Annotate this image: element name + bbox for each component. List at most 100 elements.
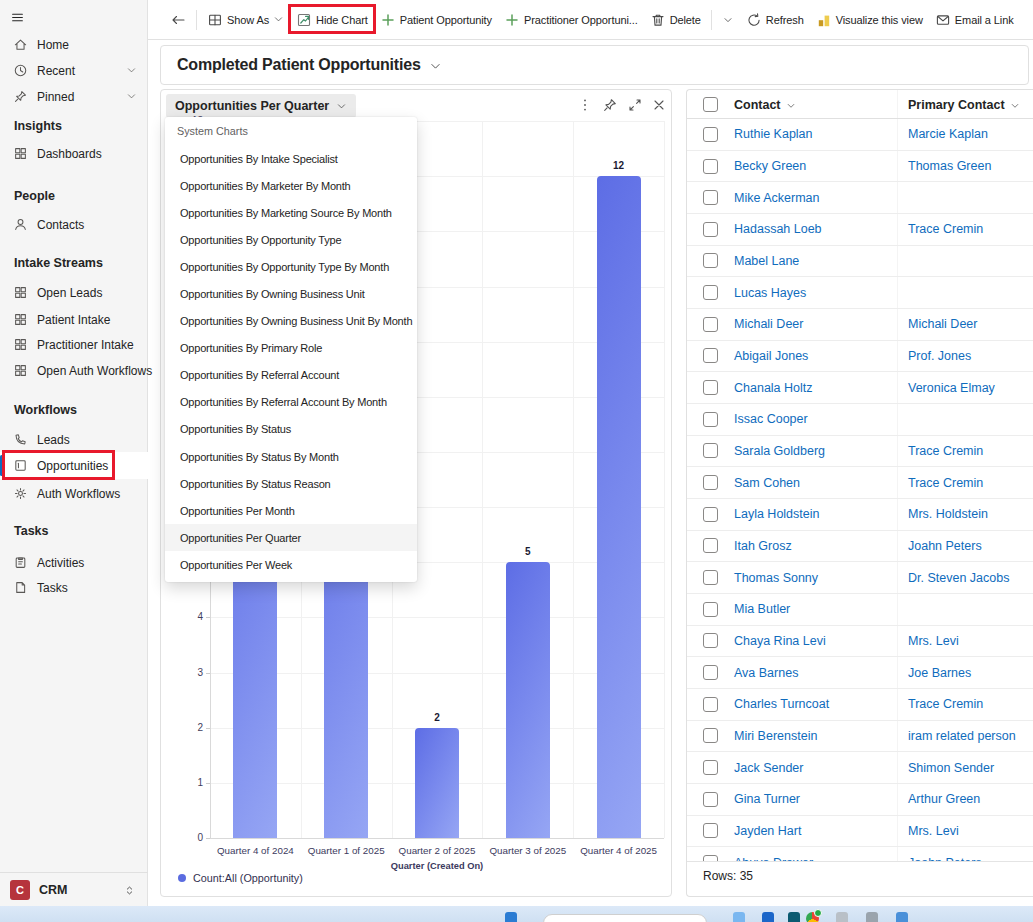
menu-item-opportunities-by-primary-role[interactable]: Opportunities By Primary Role [165,335,417,362]
sidebar-item-home[interactable]: Home [0,31,148,58]
taskbar-search-box[interactable] [543,914,707,922]
sidebar-item-patient-intake[interactable]: Patient Intake [0,306,148,333]
table-row[interactable]: Michali Deer Michali Deer [687,309,1033,341]
primary-contact-link[interactable]: Trace Cremin [908,689,983,720]
table-row[interactable]: Layla HoldsteinMrs. Holdstein [687,499,1033,531]
row-checkbox[interactable] [703,222,718,237]
primary-contact-link[interactable]: Dr. Steven Jacobs [908,562,1009,593]
row-checkbox[interactable] [703,697,718,712]
menu-item-opportunities-by-owning-business-unit-by-month[interactable]: Opportunities By Owning Business Unit By… [165,308,417,335]
primary-contact-link[interactable]: Joahn Peters [908,847,982,861]
taskbar-app-icon[interactable] [788,912,800,922]
table-row[interactable]: Jack SenderShimon Sender [687,752,1033,784]
primary-contact-link[interactable]: Thomas Green [908,151,991,182]
contact-link[interactable]: Mike Ackerman [734,182,819,213]
table-row[interactable]: Sam CohenTrace Cremin [687,467,1033,499]
sidebar-item-pinned[interactable]: Pinned [0,83,148,110]
menu-item-opportunities-by-owning-business-unit[interactable]: Opportunities By Owning Business Unit [165,280,417,307]
primary-contact-link[interactable]: Joe Barnes [908,657,971,688]
table-row[interactable]: Lucas Hayes [687,277,1033,309]
table-row[interactable]: Charles Turncoat Trace Cremin [687,689,1033,721]
row-checkbox[interactable] [703,380,718,395]
contact-link[interactable]: Abigail Jones [734,341,808,372]
taskbar-app-icon[interactable] [733,912,745,922]
row-checkbox[interactable] [703,507,718,522]
column-header-contact[interactable]: Contact [734,90,796,119]
app-switcher[interactable]: C CRM [0,872,148,906]
taskbar-app-icon[interactable] [762,912,774,922]
table-row[interactable]: Chaya Rina LeviMrs. Levi [687,626,1033,658]
primary-contact-link[interactable]: Trace Cremin [908,214,983,245]
chart-more-options-icon[interactable] [577,97,593,113]
contact-link[interactable]: Jayden Hart [734,816,801,847]
contact-link[interactable]: Thomas Sonny [734,562,818,593]
contact-link[interactable]: Michali Deer [734,309,803,340]
contact-link[interactable]: Ruthie Kaplan [734,119,813,150]
taskbar-app-icon[interactable] [896,912,908,922]
table-row[interactable]: Itah Grosz Joahn Peters [687,531,1033,563]
contact-link[interactable]: Gina Turner [734,784,800,815]
row-checkbox[interactable] [703,538,718,553]
contact-link[interactable]: Ahuva Drawer [734,847,813,861]
table-row[interactable]: Ava BarnesJoe Barnes [687,657,1033,689]
primary-contact-link[interactable]: Joahn Peters [908,531,982,562]
contact-link[interactable]: Chanala Holtz [734,372,813,403]
contact-link[interactable]: Chaya Rina Levi [734,626,826,657]
contact-link[interactable]: Mabel Lane [734,246,799,277]
table-row[interactable]: Abigail Jones Prof. Jones [687,341,1033,373]
table-row[interactable]: Becky Green Thomas Green [687,151,1033,183]
menu-item-opportunities-by-referral-account[interactable]: Opportunities By Referral Account [165,362,417,389]
menu-item-opportunities-by-opportunity-type[interactable]: Opportunities By Opportunity Type [165,226,417,253]
chevron-down-icon[interactable] [126,65,137,76]
table-row[interactable]: Thomas Sonny Dr. Steven Jacobs [687,562,1033,594]
delete-button[interactable]: Delete [644,0,707,39]
primary-contact-link[interactable]: Shimon Sender [908,752,994,783]
row-checkbox[interactable] [703,159,718,174]
table-row[interactable]: Miri Berensteiniram related person [687,721,1033,753]
primary-contact-link[interactable]: Trace Cremin [908,467,983,498]
menu-item-opportunities-by-marketing-source-by-month[interactable]: Opportunities By Marketing Source By Mon… [165,199,417,226]
table-row[interactable]: Hadassah Loeb Trace Cremin [687,214,1033,246]
primary-contact-link[interactable]: Michali Deer [908,309,977,340]
email-button[interactable]: Email a Link [929,0,1020,39]
chart-expand-icon[interactable] [627,97,643,113]
menu-item-opportunities-per-month[interactable]: Opportunities Per Month [165,497,417,524]
primary-contact-link[interactable]: iram related person [908,721,1016,752]
menu-item-opportunities-by-opportunity-type-by-month[interactable]: Opportunities By Opportunity Type By Mon… [165,253,417,280]
menu-item-opportunities-by-status-reason[interactable]: Opportunities By Status Reason [165,470,417,497]
taskbar-app-icon[interactable] [505,912,517,922]
contact-link[interactable]: Charles Turncoat [734,689,829,720]
primary-contact-link[interactable]: Arthur Green [908,784,980,815]
contact-link[interactable]: Lucas Hayes [734,277,806,308]
sidebar-item-open-auth-workflows[interactable]: Open Auth Workflows [0,357,148,384]
menu-item-opportunities-by-status-by-month[interactable]: Opportunities By Status By Month [165,443,417,470]
sidebar-item-open-leads[interactable]: Open Leads [0,279,148,306]
select-all-checkbox[interactable] [703,97,718,112]
primary-contact-link[interactable]: Marcie Kaplan [908,119,988,150]
sidebar-item-practitioner-intake[interactable]: Practitioner Intake [0,331,148,358]
table-row[interactable]: Issac Cooper [687,404,1033,436]
bar-quarter-3-of-2025[interactable] [506,562,550,838]
taskbar-app-icon[interactable] [866,912,878,922]
row-checkbox[interactable] [703,285,718,300]
contact-link[interactable]: Layla Holdstein [734,499,819,530]
row-checkbox[interactable] [703,633,718,648]
primary-contact-link[interactable]: Mrs. Levi [908,816,959,847]
row-checkbox[interactable] [703,792,718,807]
back-button[interactable] [164,0,192,39]
menu-item-opportunities-per-week[interactable]: Opportunities Per Week [165,551,417,578]
sidebar-item-leads[interactable]: Leads [0,426,148,453]
row-checkbox[interactable] [703,760,718,775]
primary-contact-link[interactable]: Prof. Jones [908,341,971,372]
contact-link[interactable]: Hadassah Loeb [734,214,822,245]
row-checkbox[interactable] [703,665,718,680]
table-row[interactable]: Gina Turner Arthur Green [687,784,1033,816]
table-row[interactable]: Chanala HoltzVeronica Elmay [687,372,1033,404]
contact-link[interactable]: Itah Grosz [734,531,792,562]
chart-close-icon[interactable] [651,97,667,113]
contact-link[interactable]: Becky Green [734,151,806,182]
row-checkbox[interactable] [703,348,718,363]
table-row[interactable]: Mike Ackerman [687,182,1033,214]
row-checkbox[interactable] [703,475,718,490]
row-checkbox[interactable] [703,127,718,142]
